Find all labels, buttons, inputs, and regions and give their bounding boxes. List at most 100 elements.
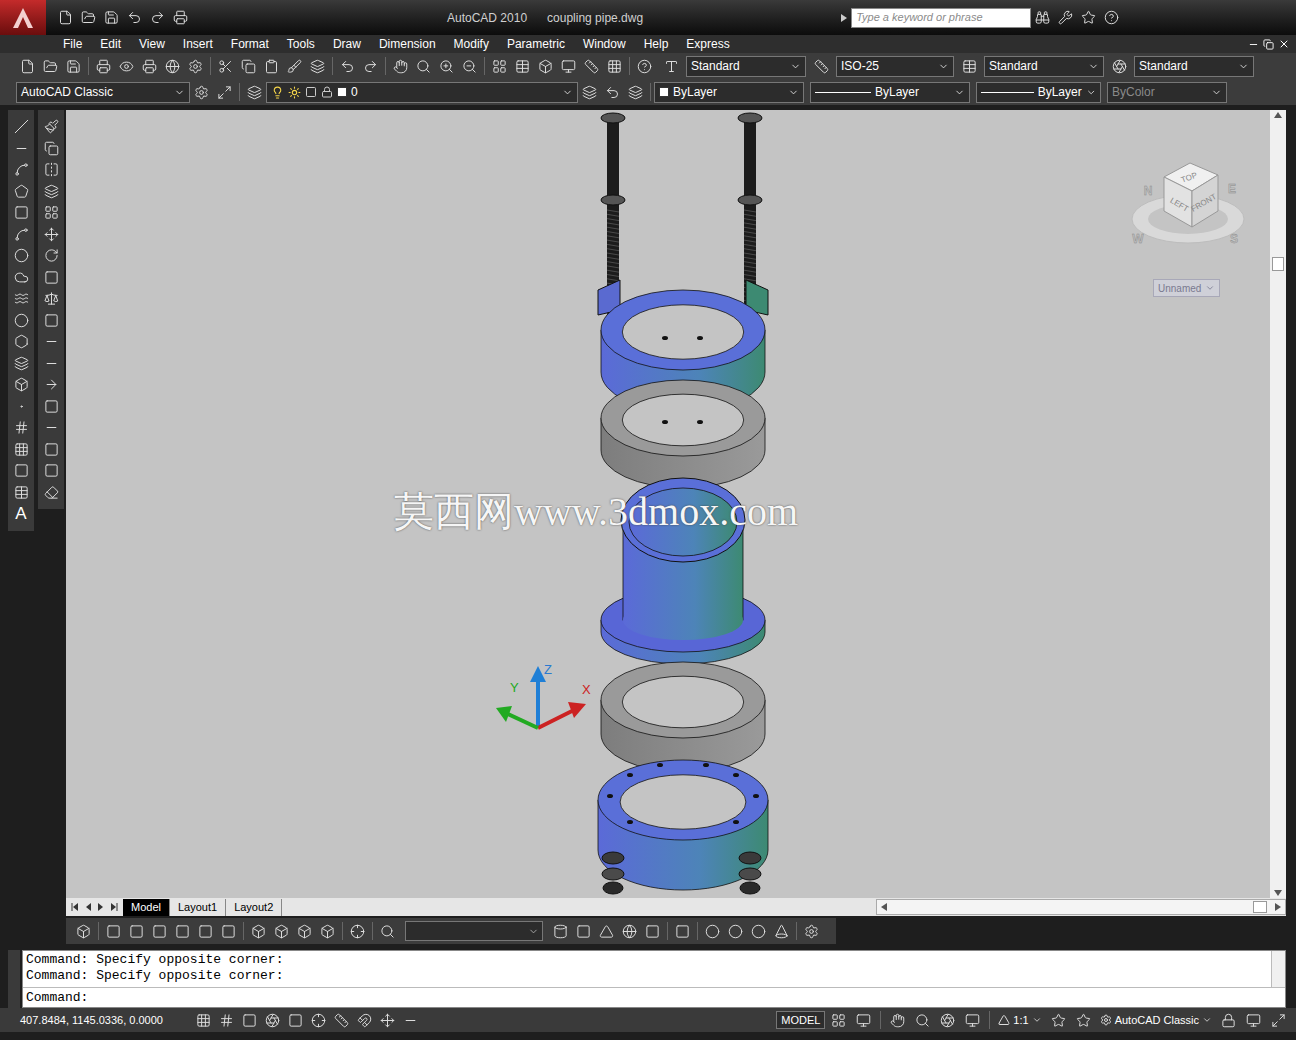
viewcube[interactable]: TOPLEFTFRONTNESW: [1128, 155, 1252, 255]
drawing-canvas[interactable]: TOPLEFTFRONTNESWUnnamedZXY莫西网www.3dmox.c…: [66, 110, 1270, 898]
modify-tool-button[interactable]: [44, 482, 59, 504]
nw-iso-button[interactable]: [316, 920, 339, 942]
properties-button[interactable]: [488, 55, 511, 77]
draw-tool-button[interactable]: [14, 310, 29, 332]
modify-tool-button[interactable]: [44, 138, 59, 160]
draw-tool-button[interactable]: [14, 460, 29, 482]
conceptual-button[interactable]: [770, 920, 793, 942]
menu-item[interactable]: Insert: [174, 38, 222, 50]
tab-nav-icon[interactable]: [83, 902, 93, 912]
draw-tool-button[interactable]: [14, 417, 29, 439]
draw-tool-button[interactable]: [14, 245, 29, 267]
layer-properties-button[interactable]: [243, 81, 266, 103]
redo-button[interactable]: [359, 55, 382, 77]
modify-tool-button[interactable]: [44, 417, 59, 439]
undo-button[interactable]: [336, 55, 359, 77]
layer-previous-button[interactable]: [601, 81, 624, 103]
style-dropdown[interactable]: ISO-25: [836, 56, 954, 77]
help-button[interactable]: [1100, 7, 1123, 29]
web-button[interactable]: [161, 55, 184, 77]
quick-view-drawings-button[interactable]: [852, 1009, 875, 1031]
modify-tool-button[interactable]: [44, 181, 59, 203]
menu-item[interactable]: Tools: [278, 38, 324, 50]
search-arrow[interactable]: [841, 14, 851, 22]
camera-button[interactable]: [346, 920, 369, 942]
plot-preview-button[interactable]: [115, 55, 138, 77]
match-properties-button[interactable]: [283, 55, 306, 77]
back-view-button[interactable]: [217, 920, 240, 942]
style-1-button[interactable]: [810, 55, 833, 77]
scroll-thumb[interactable]: [1272, 257, 1284, 271]
menu-item[interactable]: File: [54, 38, 91, 50]
ne-iso-button[interactable]: [293, 920, 316, 942]
modify-tool-button[interactable]: [44, 116, 59, 138]
draw-tool-button[interactable]: [14, 267, 29, 289]
style-3-button[interactable]: [1108, 55, 1131, 77]
favorites-button[interactable]: [1077, 7, 1100, 29]
quick-view-layouts-button[interactable]: [827, 1009, 850, 1031]
property-dropdown[interactable]: ByLayer: [654, 82, 804, 103]
draw-tool-button[interactable]: [14, 202, 29, 224]
modify-tool-button[interactable]: [44, 245, 59, 267]
menu-item[interactable]: Help: [635, 38, 678, 50]
coordinates[interactable]: 407.8484, 1145.0336, 0.0000: [20, 1012, 192, 1029]
tool-palettes-button[interactable]: [534, 55, 557, 77]
top-view-button[interactable]: [102, 920, 125, 942]
clean-screen-button[interactable]: [1267, 1009, 1290, 1031]
minimize-icon[interactable]: [1248, 39, 1259, 50]
se-iso-button[interactable]: [270, 920, 293, 942]
layer-lock-icon[interactable]: [321, 86, 333, 98]
qnew-button[interactable]: [16, 55, 39, 77]
vertical-scrollbar[interactable]: [1270, 110, 1286, 898]
tab-nav-icon[interactable]: [70, 902, 80, 912]
dyn-button[interactable]: [376, 1009, 399, 1031]
layer-on-icon[interactable]: [271, 86, 284, 99]
style-dropdown[interactable]: Standard: [686, 56, 806, 77]
box-solid-button[interactable]: [549, 920, 572, 942]
menu-item[interactable]: Format: [222, 38, 278, 50]
application-button[interactable]: [0, 0, 46, 35]
layout-tab[interactable]: Layout2: [226, 899, 282, 916]
plot-button[interactable]: [92, 55, 115, 77]
save-button[interactable]: [100, 7, 123, 29]
search-button[interactable]: [1031, 7, 1054, 29]
tab-nav-icon[interactable]: [109, 902, 119, 912]
menu-item[interactable]: View: [130, 38, 174, 50]
draw-tool-button[interactable]: [14, 116, 29, 138]
tab-nav-icon[interactable]: [96, 902, 106, 912]
grid-button[interactable]: [215, 1009, 238, 1031]
toolbar-lock-button[interactable]: [1217, 1009, 1240, 1031]
search-box[interactable]: Type a keyword or phrase: [851, 8, 1031, 28]
menu-item[interactable]: Window: [574, 38, 635, 50]
ducs-button[interactable]: [353, 1009, 376, 1031]
command-grip[interactable]: [8, 950, 20, 1008]
modify-tool-button[interactable]: [44, 288, 59, 310]
subscription-button[interactable]: [1054, 7, 1077, 29]
open-button[interactable]: [77, 7, 100, 29]
lineweight-button[interactable]: [399, 1009, 422, 1031]
style-0-button[interactable]: [660, 55, 683, 77]
command-line[interactable]: Command:: [23, 987, 1285, 1007]
menu-item[interactable]: Draw: [324, 38, 370, 50]
annotation-visibility-button[interactable]: [1047, 1009, 1070, 1031]
markup-button[interactable]: [580, 55, 603, 77]
property-dropdown[interactable]: ByColor: [1107, 82, 1227, 103]
otrack-button[interactable]: [330, 1009, 353, 1031]
named-view-dropdown[interactable]: Unnamed: [1153, 279, 1220, 297]
modify-tool-button[interactable]: [44, 331, 59, 353]
hidden-button[interactable]: [724, 920, 747, 942]
workspace-settings-button[interactable]: [190, 81, 213, 103]
torus-button[interactable]: [641, 920, 664, 942]
layer-dropdown[interactable]: 0: [266, 82, 578, 103]
layout-tab[interactable]: Model: [123, 899, 170, 916]
right-view-button[interactable]: [171, 920, 194, 942]
style-2-button[interactable]: [958, 55, 981, 77]
layer-state-button[interactable]: [624, 81, 647, 103]
draw-tool-button[interactable]: [14, 138, 29, 160]
visual-styles-button[interactable]: [800, 920, 823, 942]
draw-tool-button[interactable]: [14, 396, 29, 418]
left-view-button[interactable]: [148, 920, 171, 942]
clean-screen-button[interactable]: [213, 81, 236, 103]
draw-tool-button[interactable]: [14, 159, 29, 181]
cone-button[interactable]: [595, 920, 618, 942]
